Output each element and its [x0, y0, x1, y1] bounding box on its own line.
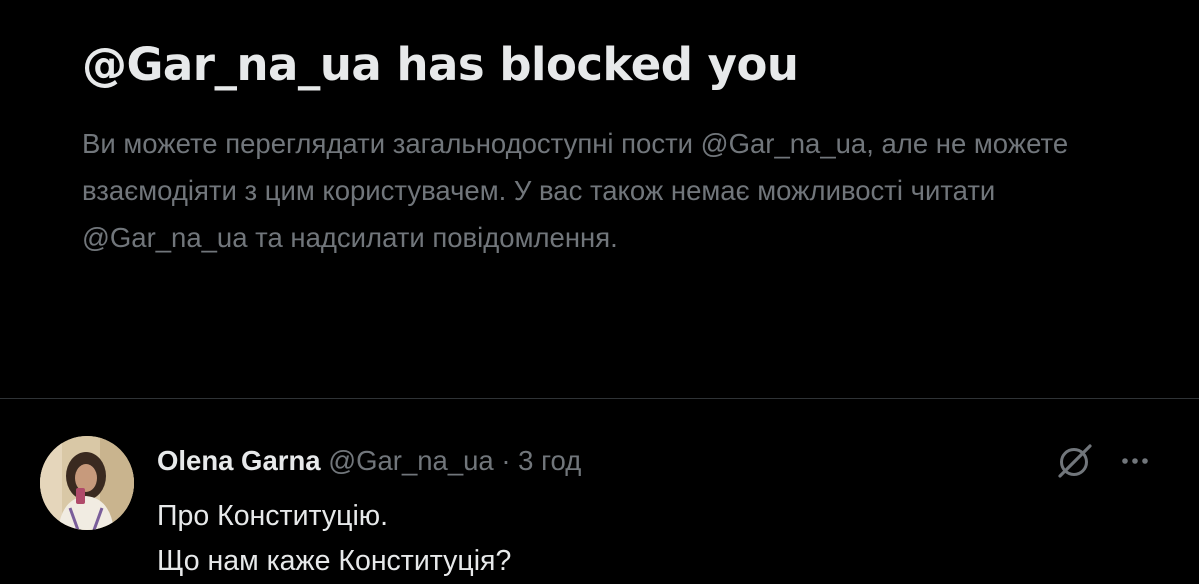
- avatar[interactable]: [40, 436, 134, 530]
- blocked-title: @Gar_na_ua has blocked you: [82, 38, 799, 91]
- avatar-image: [40, 436, 134, 530]
- tweet-line: Про Конституцію.: [157, 500, 389, 532]
- tweet-line: Що нам каже Конституція?: [157, 545, 512, 577]
- timestamp[interactable]: 3 год: [518, 445, 581, 476]
- blocked-notice: @Gar_na_ua has blocked you Ви можете пер…: [82, 30, 1142, 261]
- blocked-description: Ви можете переглядати загальнодоступні п…: [82, 128, 1069, 253]
- separator: ·: [501, 445, 511, 476]
- tweet-header: Olena Garna @Gar_na_ua · 3 год: [157, 441, 581, 481]
- display-name[interactable]: Olena Garna: [157, 445, 321, 476]
- more-icon[interactable]: [1115, 441, 1159, 481]
- grok-icon[interactable]: [1053, 441, 1097, 481]
- handle[interactable]: @Gar_na_ua: [328, 445, 494, 476]
- tweet-text: Про Конституцію. Що нам каже Конституція…: [157, 494, 511, 584]
- tweet[interactable]: Olena Garna @Gar_na_ua · 3 год Про Конст…: [0, 399, 1199, 580]
